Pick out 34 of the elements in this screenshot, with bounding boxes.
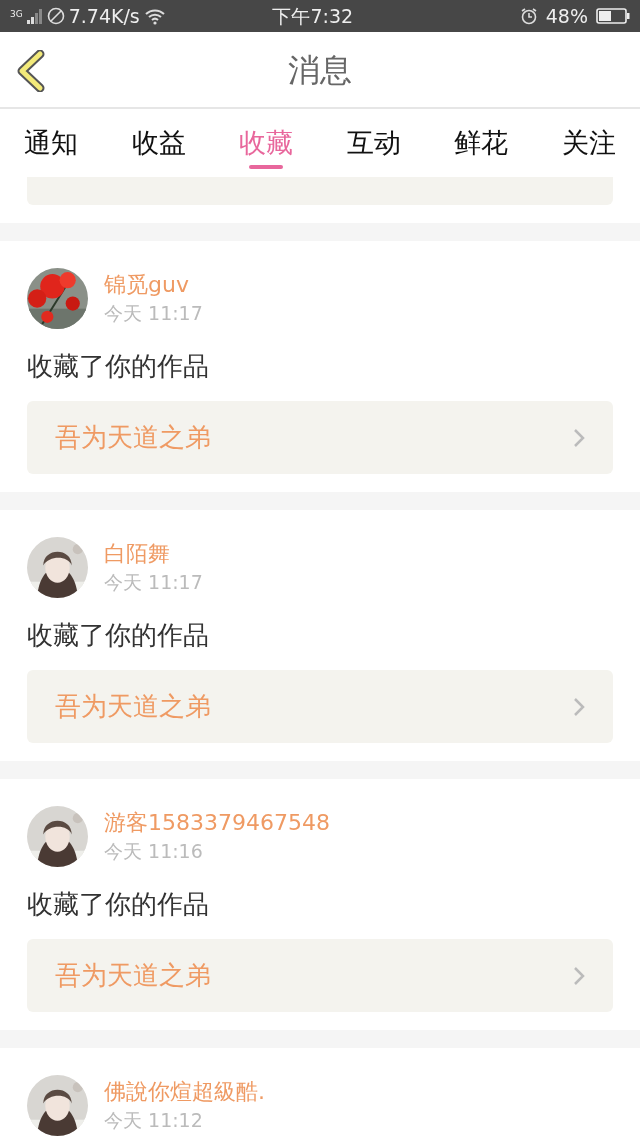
network-speed: 7.74K/s xyxy=(68,3,140,29)
user-name[interactable]: 游客1583379467548 xyxy=(104,810,330,837)
alarm-icon xyxy=(519,7,538,25)
blocked-icon xyxy=(46,7,65,25)
back-button[interactable] xyxy=(16,50,46,92)
user-name[interactable]: 白陌舞 xyxy=(104,541,203,568)
battery-percent: 48% xyxy=(545,3,588,29)
user-name[interactable]: 佛說你煊超級酷. xyxy=(104,1079,265,1106)
signal-icon xyxy=(26,8,43,24)
work-link[interactable]: 吾为天道之弟 xyxy=(27,401,613,474)
clock: 下午7:32 xyxy=(272,4,354,27)
tab[interactable]: 鲜花 xyxy=(454,109,509,177)
wifi-icon xyxy=(143,7,166,25)
battery-icon xyxy=(596,7,630,25)
message-time: 今天 11:16 xyxy=(104,840,204,864)
message-text: 收藏了你的作品 xyxy=(27,350,210,383)
message-time: 今天 11:17 xyxy=(104,571,203,595)
tab[interactable]: 收藏 xyxy=(239,109,294,177)
network-label: 3G xyxy=(10,7,23,21)
tab[interactable]: 收益 xyxy=(131,109,186,177)
tab[interactable]: 通知 xyxy=(24,109,78,177)
message-time: 今天 11:17 xyxy=(104,302,203,326)
work-link[interactable]: 吾为天道之弟 xyxy=(27,939,613,1012)
page-title: 消息 xyxy=(288,49,352,91)
user-name[interactable]: 锦觅guv xyxy=(104,272,203,299)
message-text: 收藏了你的作品 xyxy=(27,619,210,652)
message-text: 收藏了你的作品 xyxy=(27,888,210,921)
chevron-right-icon xyxy=(573,696,585,717)
chevron-right-icon xyxy=(573,965,585,986)
tab[interactable]: 关注 xyxy=(561,109,616,177)
work-link[interactable]: 吾为天道之弟 xyxy=(27,670,613,743)
message-time: 今天 11:12 xyxy=(104,1109,204,1133)
chevron-right-icon xyxy=(573,427,585,448)
tab[interactable]: 互动 xyxy=(346,109,401,177)
